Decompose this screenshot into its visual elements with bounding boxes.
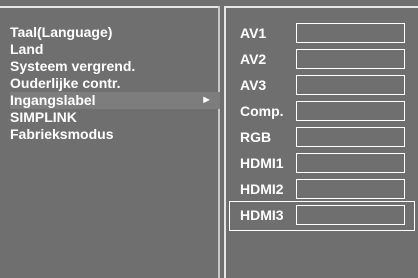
- input-label-field[interactable]: [296, 153, 405, 173]
- input-source-label: Comp.: [240, 103, 284, 119]
- menu-item-label: Ingangslabel: [10, 92, 96, 108]
- input-row-rgb[interactable]: RGB: [230, 124, 414, 150]
- input-row-component[interactable]: Comp.: [230, 98, 414, 124]
- input-source-label: HDMI3: [240, 207, 284, 223]
- input-source-label: AV1: [240, 25, 267, 41]
- input-label-list: AV1 AV2 AV3 Comp. RGB HDMI1 HDMI2 HDMI3: [229, 20, 415, 231]
- menu-item-parental-control[interactable]: Ouderlijke contr.: [10, 75, 220, 92]
- input-label-field[interactable]: [296, 179, 405, 199]
- input-source-label: RGB: [240, 129, 272, 145]
- input-source-label: HDMI2: [240, 181, 284, 197]
- menu-item-label: Fabrieksmodus: [10, 126, 114, 142]
- input-row-hdmi1[interactable]: HDMI1: [230, 150, 414, 176]
- input-label-field[interactable]: [296, 23, 405, 43]
- input-label-field[interactable]: [296, 205, 405, 225]
- menu-item-label: Taal(Language): [10, 24, 113, 40]
- menu-item-label: Ouderlijke contr.: [10, 75, 121, 91]
- input-row-hdmi3[interactable]: HDMI3: [229, 201, 415, 231]
- input-label-field[interactable]: [296, 49, 405, 69]
- menu-item-label: Land: [10, 41, 44, 57]
- input-label-field[interactable]: [296, 127, 405, 147]
- arrow-right-icon: ►: [201, 94, 212, 106]
- input-row-hdmi2[interactable]: HDMI2: [230, 176, 414, 202]
- input-label-field[interactable]: [296, 101, 405, 121]
- menu-item-label: SIMPLINK: [10, 109, 77, 125]
- input-row-av3[interactable]: AV3: [230, 72, 414, 98]
- input-source-label: HDMI1: [240, 155, 284, 171]
- menu-item-simplink[interactable]: SIMPLINK: [10, 109, 220, 126]
- input-source-label: AV3: [240, 77, 267, 93]
- menu-item-input-label[interactable]: Ingangslabel ►: [10, 92, 220, 109]
- osd-screen: Taal(Language) Land Systeem vergrend. Ou…: [0, 0, 418, 278]
- input-label-field[interactable]: [296, 75, 405, 95]
- menu-item-system-lock[interactable]: Systeem vergrend.: [10, 58, 220, 75]
- menu-item-language[interactable]: Taal(Language): [10, 24, 220, 41]
- input-row-av2[interactable]: AV2: [230, 46, 414, 72]
- menu-item-country[interactable]: Land: [10, 41, 220, 58]
- menu-item-label: Systeem vergrend.: [10, 58, 136, 74]
- input-source-label: AV2: [240, 51, 267, 67]
- input-row-av1[interactable]: AV1: [230, 20, 414, 46]
- settings-menu: Taal(Language) Land Systeem vergrend. Ou…: [10, 24, 220, 143]
- menu-item-factory-mode[interactable]: Fabrieksmodus: [10, 126, 220, 143]
